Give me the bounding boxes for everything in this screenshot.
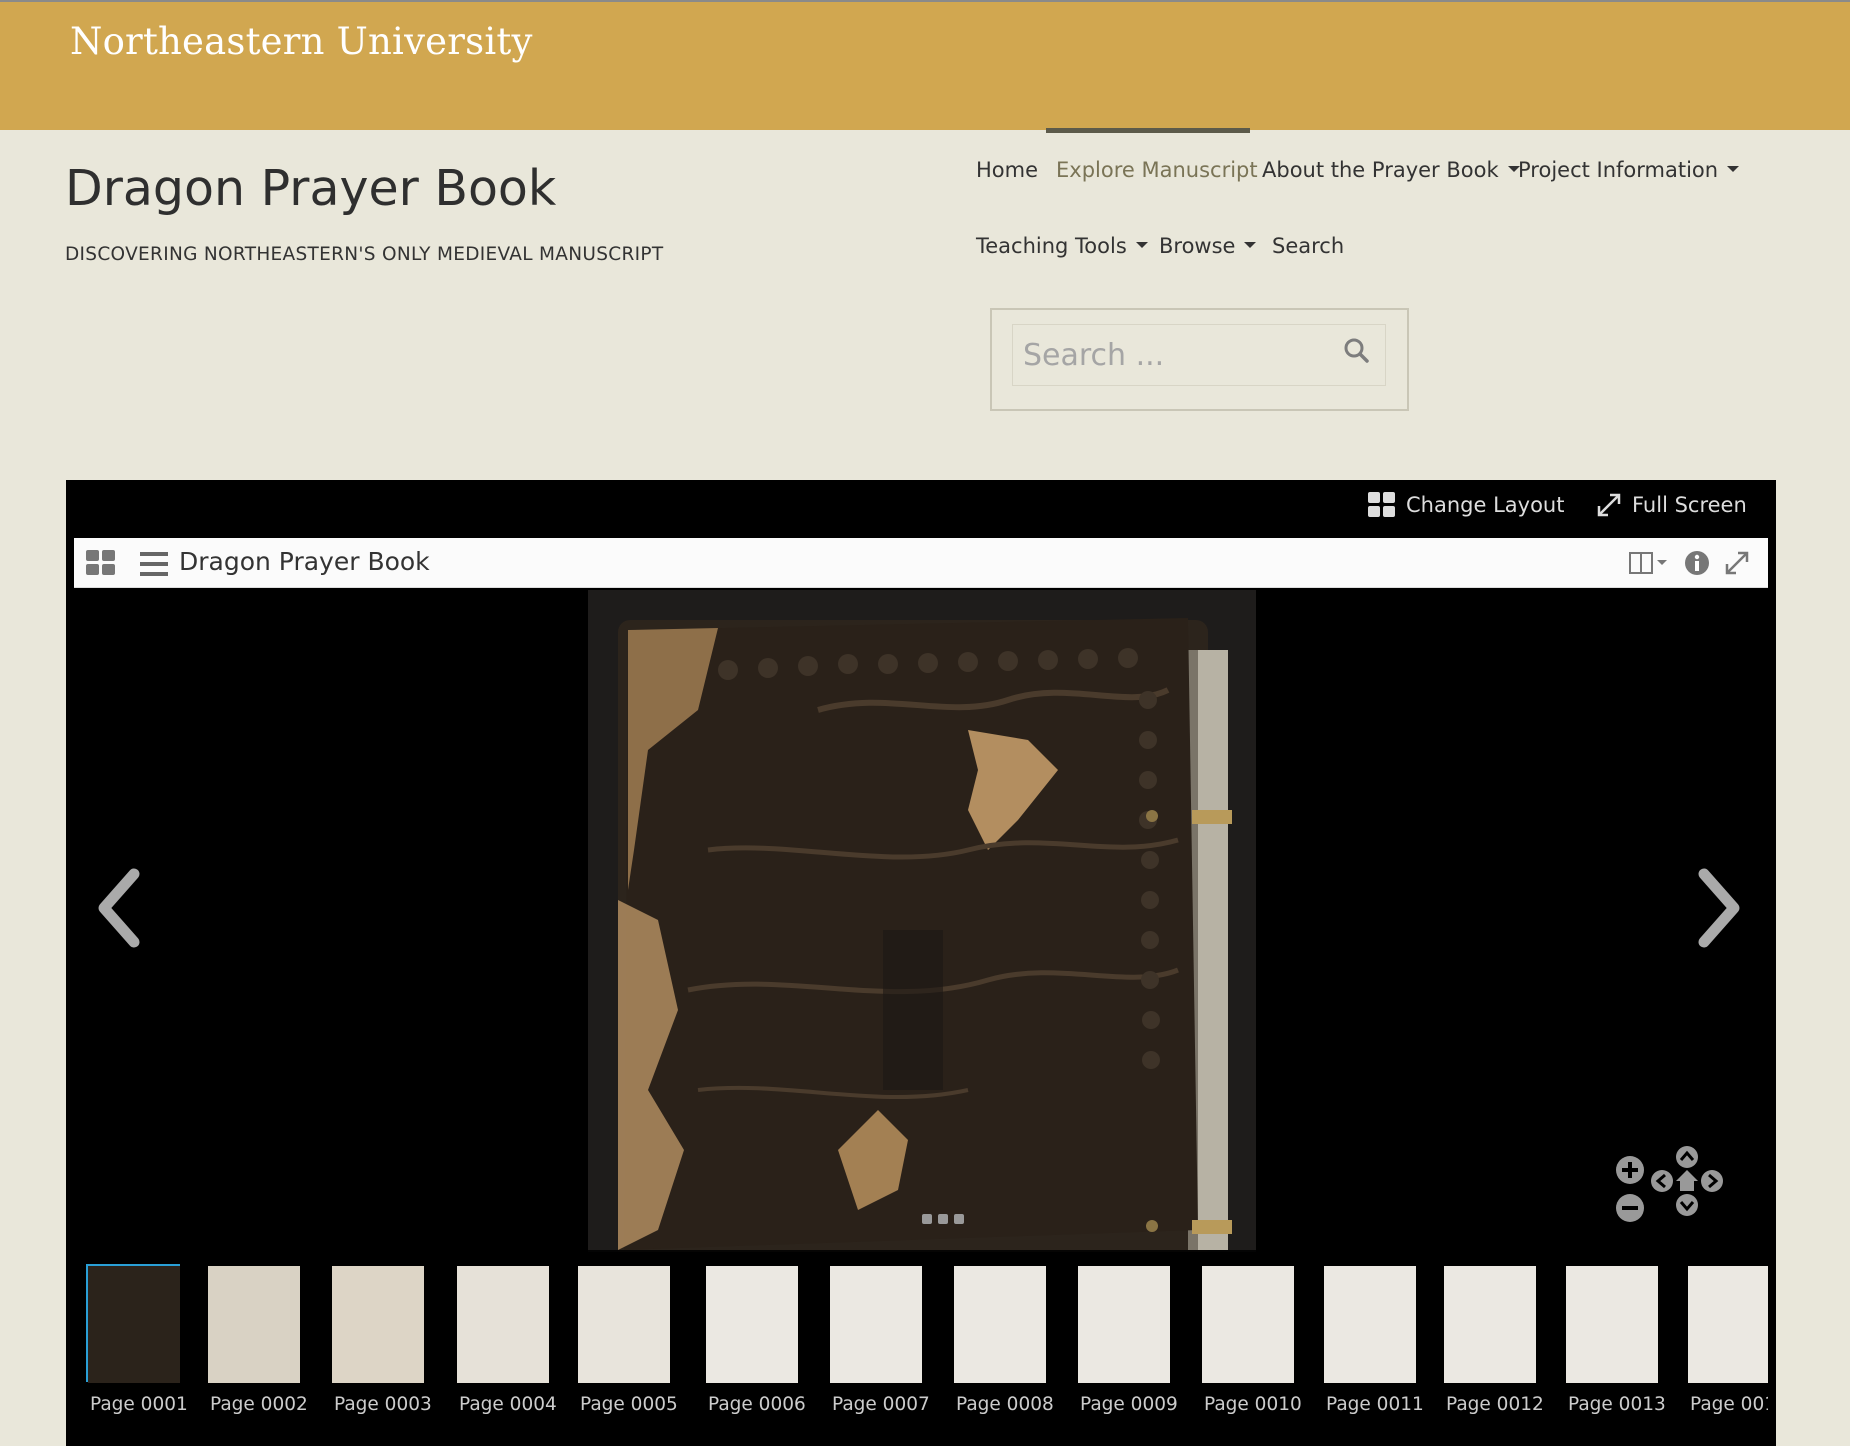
info-icon[interactable] — [1684, 550, 1710, 576]
nav-search[interactable]: Search — [1272, 234, 1344, 258]
nav-about-prayer-book[interactable]: About the Prayer Book — [1262, 158, 1520, 182]
thumbnail-label: Page 0002 — [210, 1394, 308, 1415]
nav-about-label: About the Prayer Book — [1262, 158, 1499, 182]
zoom-out-icon[interactable] — [1614, 1192, 1646, 1224]
thumbnail-0003[interactable] — [332, 1266, 424, 1383]
thumbnail-label: Page 0004 — [459, 1394, 557, 1415]
thumbnail-label: Page 0012 — [1446, 1394, 1544, 1415]
thumbnail-label: Page 0008 — [956, 1394, 1054, 1415]
caret-down-icon — [1135, 242, 1148, 248]
thumbnail-label: Page 0007 — [832, 1394, 930, 1415]
viewer-window: Dragon Prayer Book Page 0001 Page 0002 P… — [74, 538, 1768, 1446]
search-input[interactable] — [1012, 324, 1386, 386]
thumbnail-0011[interactable] — [1324, 1266, 1416, 1383]
full-screen-button[interactable]: Full Screen — [1596, 492, 1747, 518]
nav-teaching-tools[interactable]: Teaching Tools — [976, 234, 1148, 258]
thumbnail-0007[interactable] — [830, 1266, 922, 1383]
nav-browse-label: Browse — [1159, 234, 1236, 258]
thumbnail-0010[interactable] — [1202, 1266, 1294, 1383]
thumbnail-grid-icon[interactable] — [86, 550, 116, 576]
thumbnail-0001[interactable] — [88, 1266, 180, 1383]
window-title: Dragon Prayer Book — [179, 547, 430, 576]
nav-browse[interactable]: Browse — [1159, 234, 1257, 258]
thumbnail-label: Page 0014 — [1690, 1394, 1768, 1415]
caret-down-icon — [1244, 242, 1257, 248]
thumbnail-0009[interactable] — [1078, 1266, 1170, 1383]
thumbnail-strip: Page 0001 Page 0002 Page 0003 Page 0004 … — [74, 1250, 1768, 1446]
university-logo[interactable]: Northeastern University — [70, 20, 533, 63]
more-options-icon[interactable] — [922, 1213, 966, 1225]
previous-page-icon[interactable] — [94, 868, 144, 948]
thumbnail-0008[interactable] — [954, 1266, 1046, 1383]
nav-home-label: Home — [976, 158, 1039, 182]
search-icon[interactable] — [1342, 336, 1372, 366]
thumbnail-label: Page 0013 — [1568, 1394, 1666, 1415]
change-layout-label: Change Layout — [1406, 493, 1565, 517]
thumbnail-label: Page 0001 — [90, 1394, 188, 1415]
nav-home[interactable]: Home — [976, 158, 1038, 182]
thumbnail-0013[interactable] — [1566, 1266, 1658, 1383]
search-widget — [990, 308, 1409, 411]
zoom-in-icon[interactable] — [1614, 1154, 1646, 1186]
thumbnail-label: Page 0003 — [334, 1394, 432, 1415]
nav-explore-manuscript[interactable]: Explore Manuscript — [1056, 158, 1258, 182]
thumbnail-0006[interactable] — [706, 1266, 798, 1383]
university-bar: Northeastern University — [0, 0, 1850, 130]
pan-down-icon[interactable] — [1674, 1192, 1700, 1218]
pan-up-icon[interactable] — [1674, 1144, 1700, 1170]
window-header: Dragon Prayer Book — [74, 538, 1768, 588]
menu-icon[interactable] — [140, 552, 168, 576]
next-page-icon[interactable] — [1694, 868, 1744, 948]
expand-window-icon[interactable] — [1724, 550, 1750, 576]
image-canvas[interactable]: Page 0001 Page 0002 Page 0003 Page 0004 … — [74, 588, 1768, 1446]
caret-down-icon — [1727, 166, 1740, 172]
nav-project-information[interactable]: Project Information — [1518, 158, 1740, 182]
thumbnail-label: Page 0010 — [1204, 1394, 1302, 1415]
full-screen-label: Full Screen — [1632, 493, 1747, 517]
thumbnail-label: Page 0009 — [1080, 1394, 1178, 1415]
pan-left-icon[interactable] — [1649, 1168, 1675, 1194]
change-layout-button[interactable]: Change Layout — [1368, 492, 1564, 518]
thumbnail-0004[interactable] — [457, 1266, 549, 1383]
expand-icon — [1597, 493, 1621, 517]
thumbnail-label: Page 0011 — [1326, 1394, 1424, 1415]
home-icon[interactable] — [1674, 1168, 1700, 1194]
nav-search-label: Search — [1272, 234, 1345, 258]
thumbnail-label: Page 0005 — [580, 1394, 678, 1415]
manuscript-cover-image[interactable] — [588, 590, 1256, 1252]
site-title[interactable]: Dragon Prayer Book — [65, 160, 556, 217]
thumbnail-0014[interactable] — [1688, 1266, 1768, 1383]
site-tagline: DISCOVERING NORTHEASTERN'S ONLY MEDIEVAL… — [65, 244, 664, 265]
thumbnail-0012[interactable] — [1444, 1266, 1536, 1383]
manuscript-viewer: Change Layout Full Screen Dragon Prayer … — [66, 480, 1776, 1446]
thumbnail-0005[interactable] — [578, 1266, 670, 1383]
nav-teaching-label: Teaching Tools — [976, 234, 1127, 258]
view-layout-icon[interactable] — [1629, 552, 1671, 574]
thumbnail-label: Page 0006 — [708, 1394, 806, 1415]
pan-right-icon[interactable] — [1699, 1168, 1725, 1194]
grid-icon — [1368, 492, 1395, 517]
nav-active-indicator — [1046, 128, 1250, 133]
nav-explore-label: Explore Manuscript — [1056, 158, 1258, 182]
nav-project-label: Project Information — [1518, 158, 1719, 182]
thumbnail-0002[interactable] — [208, 1266, 300, 1383]
